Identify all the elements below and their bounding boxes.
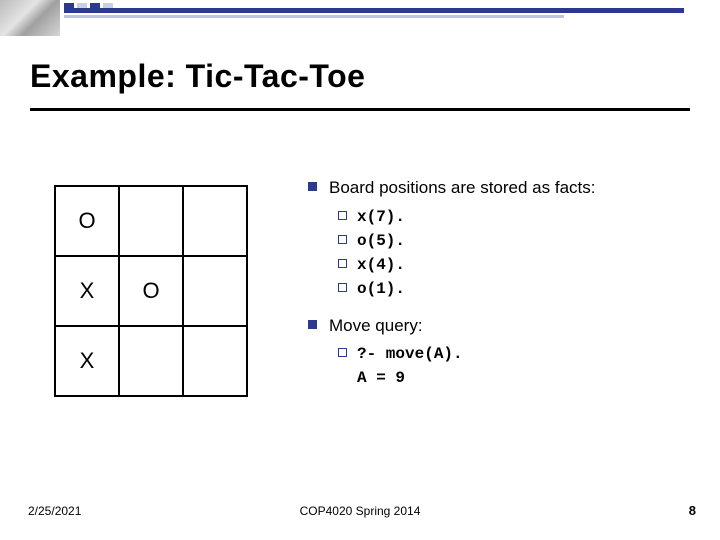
- header-photo-thumb: [0, 0, 60, 36]
- board-cell: X: [55, 326, 119, 396]
- code-text: o(5).: [357, 229, 405, 253]
- board-cell: [183, 256, 247, 326]
- bullet-level1: Board positions are stored as facts:: [308, 175, 595, 201]
- title-underline: [30, 108, 690, 111]
- code-text: o(1).: [357, 277, 405, 301]
- bullet-level1: Move query:: [308, 313, 595, 339]
- bullet-level2: o(5).: [338, 229, 595, 253]
- hollow-square-bullet-icon: [338, 235, 347, 244]
- code-text: x(7).: [357, 205, 405, 229]
- hollow-square-bullet-icon: [338, 211, 347, 220]
- board-cell: [183, 326, 247, 396]
- hollow-square-bullet-icon: [338, 259, 347, 268]
- header-decoration: [0, 0, 720, 40]
- square-bullet-icon: [308, 320, 317, 329]
- bullet-level2: x(4).: [338, 253, 595, 277]
- code-text: x(4).: [357, 253, 405, 277]
- code-text: A = 9: [357, 366, 463, 390]
- board-cell: [119, 186, 183, 256]
- hollow-square-bullet-icon: [338, 283, 347, 292]
- bullet-level2: x(7).: [338, 205, 595, 229]
- slide-title: Example: Tic-Tac-Toe: [30, 58, 365, 95]
- board-cell: O: [119, 256, 183, 326]
- bullet-text: Move query:: [329, 313, 423, 339]
- board-cell: O: [55, 186, 119, 256]
- board-cell: [119, 326, 183, 396]
- bullet-level2: ?- move(A). A = 9: [338, 342, 595, 390]
- header-bar-light: [64, 15, 564, 18]
- square-bullet-icon: [308, 182, 317, 191]
- bullet-list: Board positions are stored as facts: x(7…: [308, 175, 595, 397]
- board-cell: [183, 186, 247, 256]
- code-text: ?- move(A).: [357, 342, 463, 366]
- board-cell: X: [55, 256, 119, 326]
- bullet-text: Board positions are stored as facts:: [329, 175, 595, 201]
- bullet-level2: o(1).: [338, 277, 595, 301]
- hollow-square-bullet-icon: [338, 348, 347, 357]
- tictactoe-board: O X O X: [54, 185, 248, 397]
- footer-course: COP4020 Spring 2014: [0, 504, 720, 518]
- content-area: O X O X Board positions are stored as fa…: [54, 175, 595, 397]
- header-bar: [64, 8, 684, 13]
- footer-page-number: 8: [689, 503, 696, 518]
